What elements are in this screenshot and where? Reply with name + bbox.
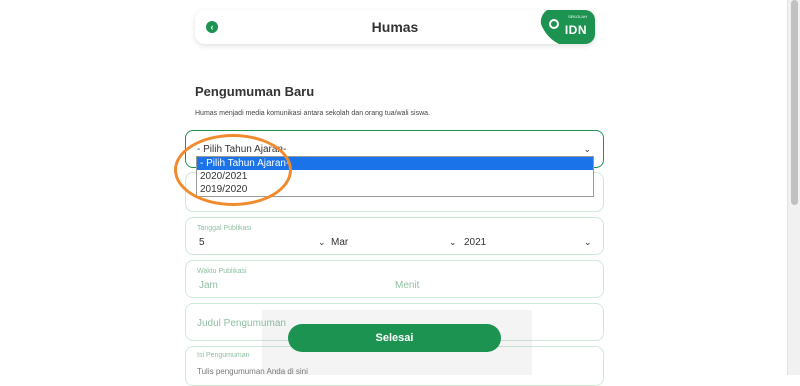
sun-icon <box>549 19 559 29</box>
chevron-down-icon: ⌄ <box>318 237 326 247</box>
section-title: Pengumuman Baru <box>195 84 315 99</box>
menit-input[interactable]: Menit <box>395 280 419 291</box>
chevron-down-icon: ⌄ <box>449 237 457 247</box>
tanggal-publikasi-field: Tanggal Publikasi 5 ⌄ Mar ⌄ 2021 ⌄ <box>185 217 604 255</box>
logo-small-text: SEKOLAH <box>568 14 587 19</box>
highlight-annotation <box>174 134 292 206</box>
scrollbar-thumb[interactable] <box>791 0 798 205</box>
page-title: Humas <box>371 19 419 35</box>
school-logo: SEKOLAH IDN <box>537 10 595 44</box>
section-description: Humas menjadi media komunikasi antara se… <box>195 110 431 117</box>
month-select[interactable]: Mar <box>331 237 348 248</box>
year-select[interactable]: 2021 <box>464 237 486 248</box>
chevron-down-icon: ⌄ <box>584 237 592 247</box>
waktu-publikasi-field: Waktu Publikasi Jam Menit <box>185 260 604 298</box>
jam-input[interactable]: Jam <box>199 280 218 291</box>
scrollbar[interactable] <box>787 0 800 375</box>
tanggal-label: Tanggal Publikasi <box>197 225 252 232</box>
header-card: ‹ Humas SEKOLAH IDN <box>195 10 595 44</box>
isi-label: Isi Pengumuman <box>197 352 250 359</box>
selesai-button[interactable]: Selesai <box>288 324 501 352</box>
chevron-down-icon: ⌄ <box>583 144 591 154</box>
waktu-label: Waktu Publikasi <box>197 268 247 275</box>
logo-text: IDN <box>564 23 587 37</box>
day-select[interactable]: 5 <box>199 237 205 248</box>
